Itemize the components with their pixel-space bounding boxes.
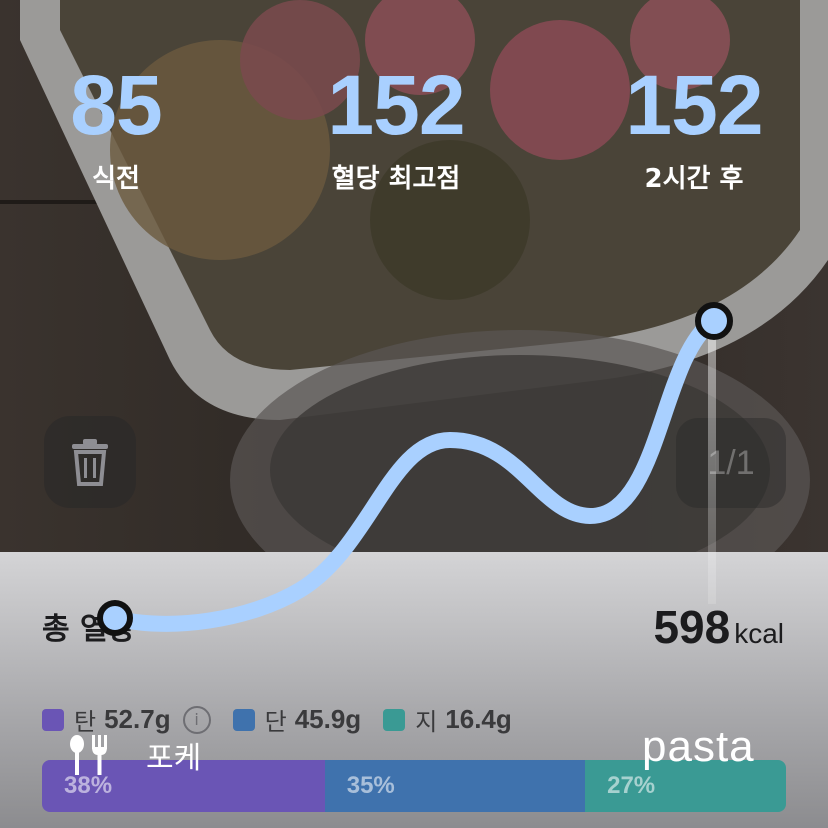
glucose-curve [97, 302, 733, 636]
start-point [97, 600, 133, 636]
end-point [695, 302, 733, 340]
peak-guide-line [708, 322, 716, 604]
glucose-line [107, 314, 720, 632]
